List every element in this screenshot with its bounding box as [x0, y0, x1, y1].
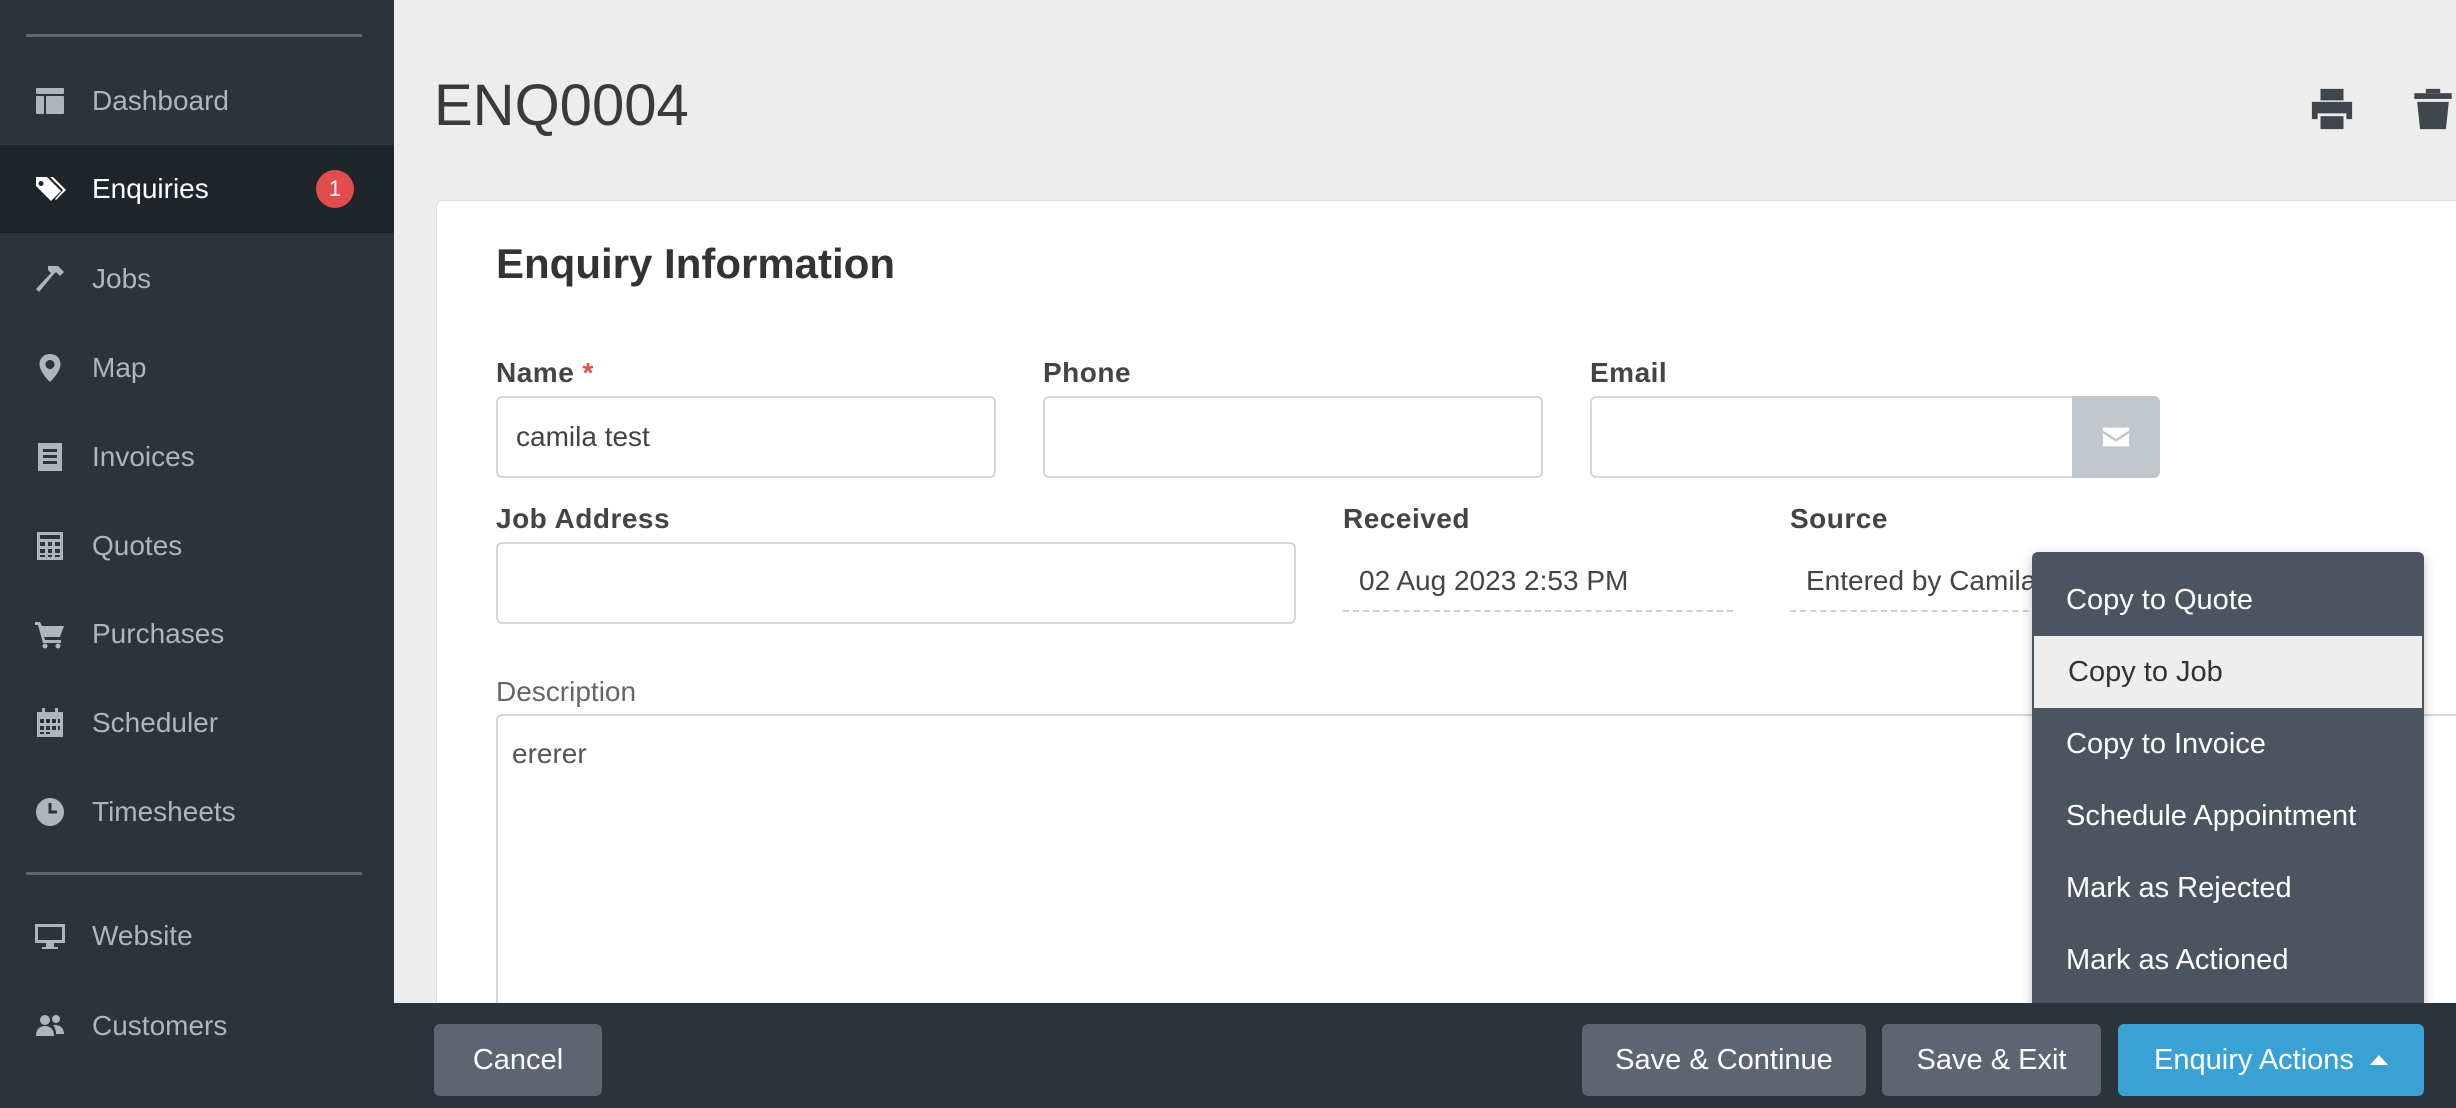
menu-item-mark-as-actioned[interactable]: Mark as Actioned — [2032, 924, 2424, 996]
caret-up-icon — [2369, 1055, 2388, 1065]
description-label: Description — [496, 676, 637, 707]
sidebar-item-scheduler[interactable]: Scheduler — [0, 679, 394, 767]
sidebar-item-customers[interactable]: Customers — [0, 982, 394, 1070]
map-marker-icon — [33, 351, 67, 385]
sidebar-item-label: Jobs — [92, 263, 152, 294]
sidebar-item-purchases[interactable]: Purchases — [0, 590, 394, 678]
phone-input[interactable] — [1043, 396, 1543, 478]
menu-item-copy-to-quote[interactable]: Copy to Quote — [2032, 564, 2424, 636]
save-exit-button[interactable]: Save & Exit — [1882, 1024, 2101, 1096]
sidebar-item-jobs[interactable]: Jobs — [0, 235, 394, 323]
enquiry-actions-label: Enquiry Actions — [2154, 1043, 2354, 1076]
email-input[interactable] — [1590, 396, 2080, 478]
monitor-icon — [33, 919, 67, 953]
invoice-icon — [33, 440, 67, 474]
calendar-icon — [33, 706, 67, 740]
dashboard-icon — [33, 84, 67, 118]
clock-icon — [33, 795, 67, 829]
job-address-input[interactable] — [496, 542, 1296, 624]
sidebar-item-label: Customers — [92, 1010, 228, 1041]
hammer-icon — [33, 262, 67, 296]
calculator-icon — [33, 529, 67, 563]
sidebar-item-label: Map — [92, 352, 147, 383]
menu-item-copy-to-invoice[interactable]: Copy to Invoice — [2032, 708, 2424, 780]
menu-item-copy-to-job[interactable]: Copy to Job — [2034, 636, 2422, 708]
sidebar-item-invoices[interactable]: Invoices — [0, 413, 394, 501]
save-continue-button[interactable]: Save & Continue — [1582, 1024, 1866, 1096]
menu-item-mark-as-rejected[interactable]: Mark as Rejected — [2032, 852, 2424, 924]
notification-badge: 1 — [316, 170, 354, 208]
cart-icon — [33, 617, 67, 651]
trash-icon[interactable] — [2410, 86, 2456, 132]
enquiry-actions-menu: Copy to Quote Copy to Job Copy to Invoic… — [2032, 552, 2424, 1010]
page-title: ENQ0004 — [434, 73, 689, 138]
envelope-icon — [2102, 427, 2130, 447]
received-value: 02 Aug 2023 2:53 PM — [1343, 552, 1733, 612]
sidebar-item-enquiries[interactable]: Enquiries 1 — [0, 145, 394, 233]
sidebar-item-website[interactable]: Website — [0, 892, 394, 980]
print-icon[interactable] — [2309, 86, 2355, 132]
users-icon — [33, 1009, 67, 1043]
sidebar-divider — [26, 872, 362, 875]
source-label: Source — [1790, 503, 1888, 534]
received-label: Received — [1343, 503, 1470, 534]
sidebar-item-map[interactable]: Map — [0, 324, 394, 412]
sidebar-item-label: Quotes — [92, 530, 183, 561]
job-address-label: Job Address — [496, 503, 671, 534]
cancel-button[interactable]: Cancel — [434, 1024, 602, 1096]
required-marker: * — [582, 357, 594, 388]
sidebar-item-timesheets[interactable]: Timesheets — [0, 768, 394, 856]
sidebar-item-label: Dashboard — [92, 85, 229, 116]
sidebar-item-label: Invoices — [92, 441, 195, 472]
sidebar-item-dashboard[interactable]: Dashboard — [0, 57, 394, 145]
phone-label: Phone — [1043, 357, 1132, 388]
tags-icon — [33, 172, 67, 206]
sidebar-item-label: Timesheets — [92, 796, 236, 827]
sidebar-item-quotes[interactable]: Quotes — [0, 502, 394, 590]
name-label-text: Name — [496, 357, 575, 388]
send-email-button[interactable] — [2072, 396, 2160, 478]
enquiry-actions-button[interactable]: Enquiry Actions — [2118, 1024, 2424, 1096]
sidebar-item-label: Website — [92, 920, 193, 951]
menu-item-schedule-appointment[interactable]: Schedule Appointment — [2032, 780, 2424, 852]
section-title: Enquiry Information — [496, 240, 895, 287]
sidebar-item-label: Purchases — [92, 618, 225, 649]
sidebar-divider — [26, 34, 362, 37]
sidebar-item-label: Enquiries — [92, 173, 209, 204]
name-input[interactable]: camila test — [496, 396, 996, 478]
name-label: Name * — [496, 357, 594, 389]
email-label: Email — [1590, 357, 1668, 388]
sidebar-item-label: Scheduler — [92, 707, 219, 738]
sidebar: Dashboard Enquiries 1 Jobs Map Invoices … — [0, 0, 394, 1108]
